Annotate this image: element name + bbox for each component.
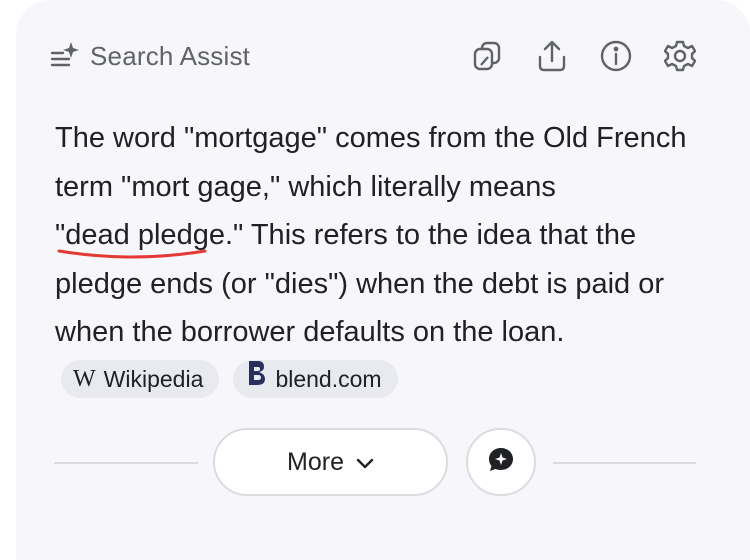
share-icon[interactable]	[532, 36, 572, 76]
settings-icon[interactable]	[660, 36, 700, 76]
search-assist-header: Search Assist	[50, 38, 250, 74]
source-chip-blend[interactable]: blend.com	[233, 359, 398, 398]
answer-text: The word "mortgage" comes from the Old F…	[55, 114, 715, 405]
wikipedia-logo-icon: W	[73, 365, 96, 392]
chevron-down-icon	[356, 448, 374, 477]
source-chip-wikipedia[interactable]: W Wikipedia	[61, 359, 220, 398]
source-label: Wikipedia	[103, 365, 204, 392]
copy-icon[interactable]	[467, 36, 507, 76]
chat-bubble-icon	[486, 445, 516, 480]
sparkle-list-icon	[50, 41, 80, 72]
dead-pledge-highlight: "dead pledge."	[55, 211, 243, 260]
divider-right	[553, 462, 696, 464]
feedback-chat-button[interactable]	[466, 428, 536, 496]
blend-logo-icon	[245, 355, 267, 404]
info-icon[interactable]	[596, 36, 636, 76]
source-label: blend.com	[275, 365, 382, 392]
divider-left	[54, 462, 198, 464]
red-underline	[57, 249, 207, 259]
more-button[interactable]: More	[213, 428, 448, 496]
search-assist-title: Search Assist	[90, 40, 251, 71]
more-button-label: More	[287, 447, 344, 476]
answer-text-part1: The word "mortgage" comes from the Old F…	[55, 122, 687, 203]
